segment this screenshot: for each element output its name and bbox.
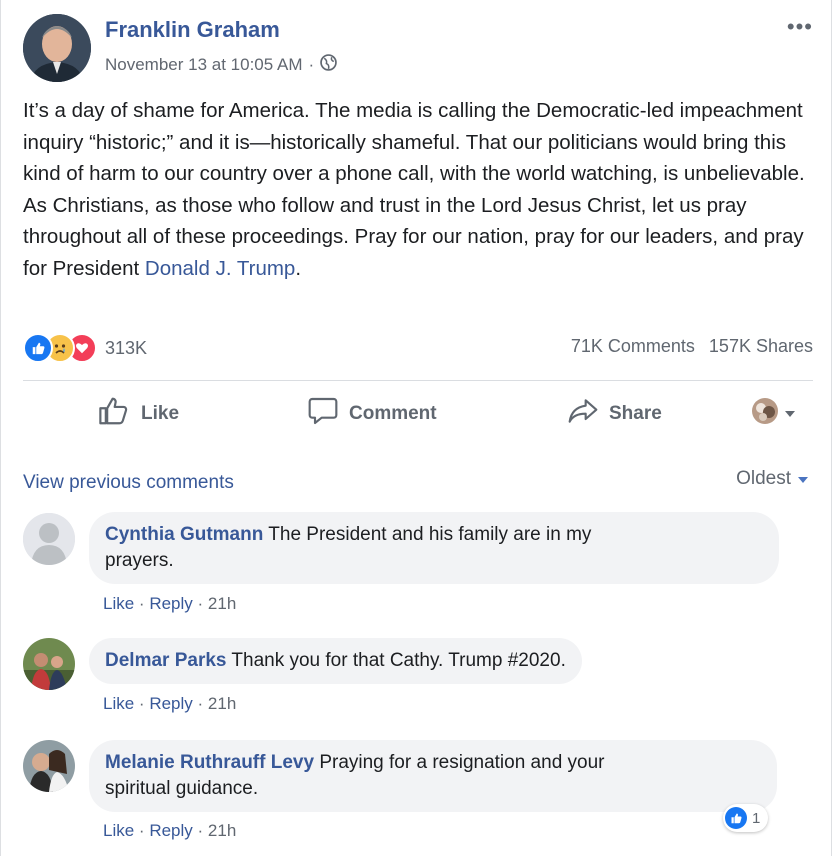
thumbs-up-icon [97,396,131,432]
commenter-avatar[interactable] [23,740,75,792]
share-arrow-icon [567,396,599,432]
divider [23,380,813,381]
post-options-icon[interactable]: ••• [787,14,813,40]
meta-separator: · [308,55,315,74]
comment-like-badge[interactable]: 1 [723,804,769,832]
comment-reply-link[interactable]: Reply [149,694,192,713]
view-previous-comments-link[interactable]: View previous comments [23,472,234,494]
commenter-avatar[interactable] [23,513,75,565]
reaction-summary[interactable]: 313K [23,333,147,363]
comment-like-link[interactable]: Like [103,821,134,840]
comment-button[interactable]: Comment [307,383,437,445]
mention-link[interactable]: Donald J. Trump [145,257,295,280]
commenter-avatar[interactable] [23,638,75,690]
comment-like-link[interactable]: Like [103,694,134,713]
commenter-name[interactable]: Melanie Ruthrauff Levy [105,752,314,773]
dropdown-caret-icon [783,403,797,425]
comment-time[interactable]: 21h [208,594,236,613]
dropdown-caret-icon [797,468,809,490]
profile-mini-avatar [751,397,779,431]
like-label: Like [141,403,180,424]
post-body: It’s a day of shame for America. The med… [23,95,818,284]
comment-like-link[interactable]: Like [103,594,134,613]
author-avatar[interactable] [23,14,91,82]
comment-footer: Like · Reply · 21h [103,821,237,840]
comment-text-cont: prayers. [105,550,174,571]
comment-like-count: 1 [752,809,761,827]
comment-reply-link[interactable]: Reply [149,821,192,840]
post-text: It’s a day of shame for America. The med… [23,99,805,280]
commenter-name[interactable]: Cynthia Gutmann [105,524,263,545]
comment-text-cont: spiritual guidance. [105,778,259,799]
comment-sort-dropdown[interactable]: Oldest [736,468,809,490]
share-button[interactable]: Share [567,383,662,445]
comment-text: The President and his family are in my [268,524,592,545]
comments-section: View previous comments Oldest Cynthia Gu… [0,452,832,856]
post-card: Franklin Graham November 13 at 10:05 AM … [0,0,832,452]
author-name[interactable]: Franklin Graham [105,17,280,43]
comment-bubble-icon [307,396,339,432]
commenter-name[interactable]: Delmar Parks [105,650,226,671]
post-meta: November 13 at 10:05 AM · [105,54,337,76]
like-reaction-icon [23,333,53,363]
comments-count[interactable]: 71K Comments [571,336,695,357]
like-button[interactable]: Like [97,383,179,445]
globe-icon [320,54,337,76]
engagement-counts: 71K Comments 157K Shares [571,336,813,357]
post-action-bar: Like Comment Share [1,383,831,445]
sort-label: Oldest [736,468,791,489]
like-reaction-icon [725,807,747,829]
comment-time[interactable]: 21h [208,821,236,840]
reaction-count: 313K [105,337,148,358]
comment-bubble: Cynthia Gutmann The President and his fa… [89,512,779,584]
post-date[interactable]: November 13 at 10:05 AM [105,55,303,75]
comment-footer: Like · Reply · 21h [103,594,237,613]
comment-text: Praying for a resignation and your [319,752,605,773]
comment-time[interactable]: 21h [208,694,236,713]
comment-reply-link[interactable]: Reply [149,594,192,613]
shares-count[interactable]: 157K Shares [709,336,813,357]
post-as-selector[interactable] [751,383,797,445]
comment-bubble: Delmar Parks Thank you for that Cathy. T… [89,638,582,684]
comment-bubble: Melanie Ruthrauff Levy Praying for a res… [89,740,777,812]
comment-footer: Like · Reply · 21h [103,694,237,713]
post-text-end: . [295,256,302,280]
comment-text: Thank you for that Cathy. Trump #2020. [231,650,566,671]
comment-label: Comment [349,403,437,424]
share-label: Share [609,403,662,424]
